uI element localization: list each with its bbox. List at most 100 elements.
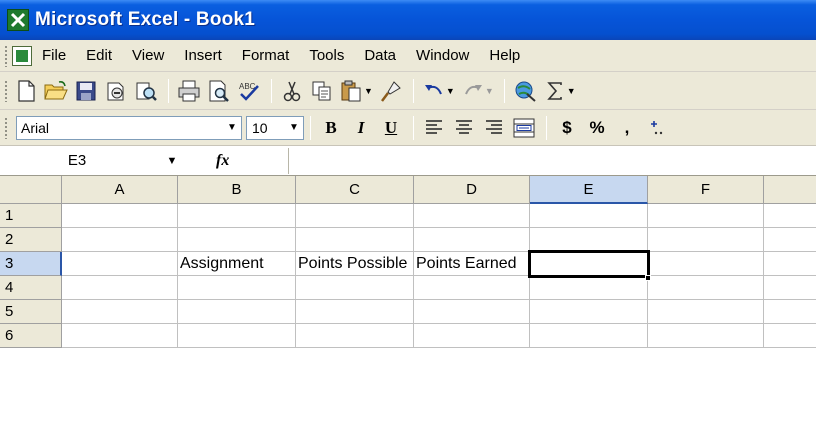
cell-e1[interactable]: [530, 204, 648, 228]
cell-d6[interactable]: [414, 324, 530, 348]
row-header-2[interactable]: 2: [0, 228, 62, 252]
column-header-g[interactable]: [764, 176, 816, 204]
cell-e5[interactable]: [530, 300, 648, 324]
align-left-icon[interactable]: [420, 114, 448, 142]
bold-button[interactable]: B: [317, 114, 345, 142]
cell-e2[interactable]: [530, 228, 648, 252]
cell-g5[interactable]: [764, 300, 816, 324]
format-painter-icon[interactable]: [377, 77, 405, 105]
cell-f1[interactable]: [648, 204, 764, 228]
cell-f2[interactable]: [648, 228, 764, 252]
cell-f3[interactable]: [648, 252, 764, 276]
menu-window[interactable]: Window: [416, 45, 469, 66]
underline-button[interactable]: U: [377, 114, 405, 142]
cell-g1[interactable]: [764, 204, 816, 228]
cell-b2[interactable]: [178, 228, 296, 252]
cell-f4[interactable]: [648, 276, 764, 300]
column-header-b[interactable]: B: [178, 176, 296, 204]
column-header-a[interactable]: A: [62, 176, 178, 204]
cell-f5[interactable]: [648, 300, 764, 324]
hyperlink-icon[interactable]: [511, 77, 539, 105]
cell-g4[interactable]: [764, 276, 816, 300]
autosum-icon[interactable]: [541, 77, 569, 105]
excel-app-icon[interactable]: [7, 9, 29, 31]
chevron-down-icon[interactable]: ▼: [285, 117, 303, 139]
toolbar-grip[interactable]: [4, 44, 8, 67]
cell-c3[interactable]: Points Possible: [296, 252, 414, 276]
cell-a5[interactable]: [62, 300, 178, 324]
active-cell-border[interactable]: [528, 250, 650, 278]
menu-help[interactable]: Help: [489, 45, 520, 66]
permission-icon[interactable]: [102, 77, 130, 105]
align-right-icon[interactable]: [480, 114, 508, 142]
paste-options-arrow-icon[interactable]: ▼: [364, 86, 373, 96]
comma-button[interactable]: ,: [613, 114, 641, 142]
font-size-combo[interactable]: 10 ▼: [246, 115, 304, 140]
column-header-e[interactable]: E: [530, 176, 648, 204]
row-header-3[interactable]: 3: [0, 252, 62, 276]
cell-a1[interactable]: [62, 204, 178, 228]
cell-d3[interactable]: Points Earned: [414, 252, 530, 276]
title-bar[interactable]: Microsoft Excel - Book1: [0, 0, 816, 40]
cell-c1[interactable]: [296, 204, 414, 228]
fill-handle[interactable]: [645, 275, 651, 281]
font-name-combo[interactable]: Arial ▼: [16, 115, 242, 140]
insert-function-icon[interactable]: fx: [192, 152, 288, 170]
percent-button[interactable]: %: [583, 114, 611, 142]
column-header-c[interactable]: C: [296, 176, 414, 204]
select-all-corner[interactable]: [0, 176, 62, 204]
cell-c5[interactable]: [296, 300, 414, 324]
cell-g6[interactable]: [764, 324, 816, 348]
increase-decimal-icon[interactable]: [643, 114, 671, 142]
row-header-4[interactable]: 4: [0, 276, 62, 300]
cell-c4[interactable]: [296, 276, 414, 300]
column-header-f[interactable]: F: [648, 176, 764, 204]
cell-a4[interactable]: [62, 276, 178, 300]
chevron-down-icon[interactable]: ▼: [223, 117, 241, 139]
row-header-1[interactable]: 1: [0, 204, 62, 228]
menu-view[interactable]: View: [132, 45, 164, 66]
toolbar-grip[interactable]: [4, 79, 8, 102]
cell-c6[interactable]: [296, 324, 414, 348]
italic-button[interactable]: I: [347, 114, 375, 142]
cell-g2[interactable]: [764, 228, 816, 252]
new-icon[interactable]: [12, 77, 40, 105]
save-icon[interactable]: [72, 77, 100, 105]
align-center-icon[interactable]: [450, 114, 478, 142]
spelling-icon[interactable]: ABC: [235, 77, 263, 105]
research-icon[interactable]: [132, 77, 160, 105]
cell-g3[interactable]: [764, 252, 816, 276]
cell-d4[interactable]: [414, 276, 530, 300]
redo-icon[interactable]: [459, 77, 487, 105]
menu-tools[interactable]: Tools: [309, 45, 344, 66]
workbook-icon[interactable]: [12, 45, 32, 66]
cell-b3[interactable]: Assignment: [178, 252, 296, 276]
cell-a6[interactable]: [62, 324, 178, 348]
menu-format[interactable]: Format: [242, 45, 290, 66]
paste-icon[interactable]: [338, 77, 366, 105]
row-header-6[interactable]: 6: [0, 324, 62, 348]
menu-file[interactable]: File: [42, 45, 66, 66]
redo-arrow-icon[interactable]: ▼: [485, 86, 494, 96]
cell-d2[interactable]: [414, 228, 530, 252]
cell-c2[interactable]: [296, 228, 414, 252]
cell-b4[interactable]: [178, 276, 296, 300]
toolbar-grip[interactable]: [4, 116, 8, 139]
copy-icon[interactable]: [308, 77, 336, 105]
menu-insert[interactable]: Insert: [184, 45, 222, 66]
chevron-down-icon[interactable]: ▼: [152, 155, 192, 167]
open-icon[interactable]: [42, 77, 70, 105]
row-header-5[interactable]: 5: [0, 300, 62, 324]
name-box[interactable]: E3 ▼: [2, 148, 192, 174]
cell-d5[interactable]: [414, 300, 530, 324]
menu-data[interactable]: Data: [364, 45, 396, 66]
undo-arrow-icon[interactable]: ▼: [446, 86, 455, 96]
cut-icon[interactable]: [278, 77, 306, 105]
cell-f6[interactable]: [648, 324, 764, 348]
cell-e4[interactable]: [530, 276, 648, 300]
autosum-arrow-icon[interactable]: ▼: [567, 86, 576, 96]
cell-a2[interactable]: [62, 228, 178, 252]
menu-edit[interactable]: Edit: [86, 45, 112, 66]
print-preview-icon[interactable]: [205, 77, 233, 105]
merge-center-icon[interactable]: [510, 114, 538, 142]
